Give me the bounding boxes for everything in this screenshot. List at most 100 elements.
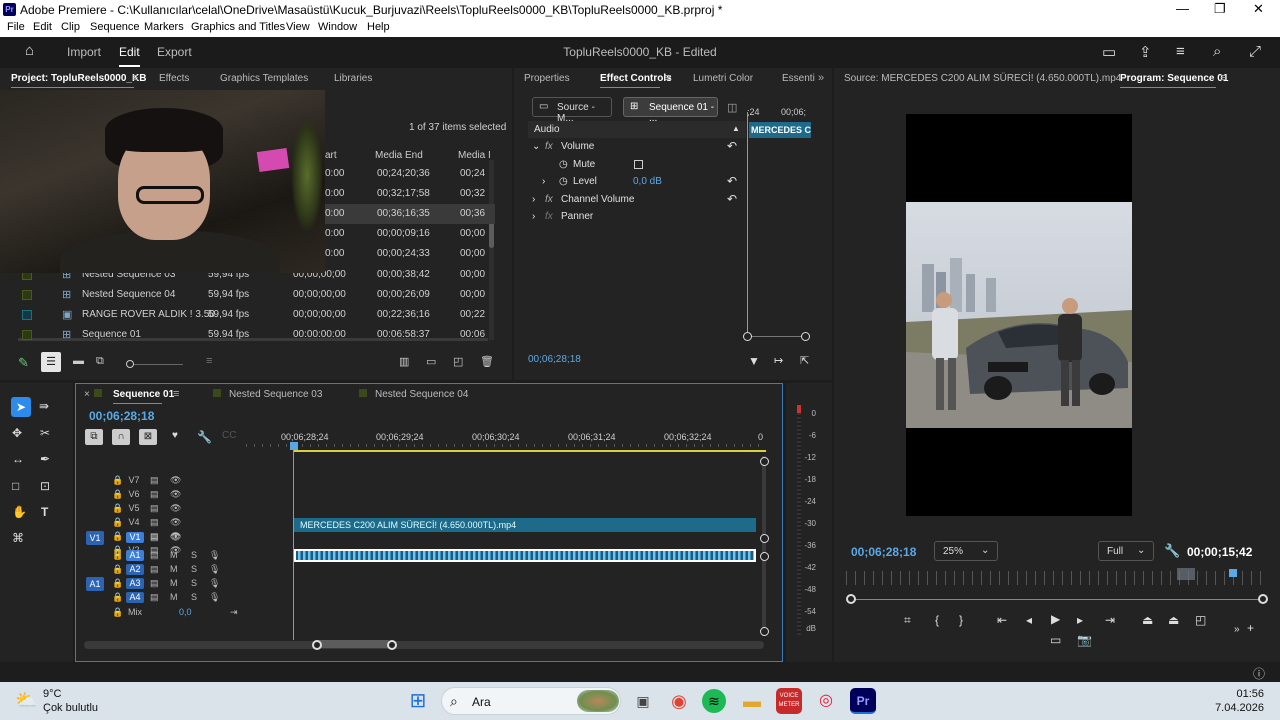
timeline-scroll-thumb[interactable]	[313, 640, 391, 648]
ec-playhead[interactable]	[747, 112, 748, 340]
zoom-slider[interactable]	[126, 360, 183, 368]
sequence-button[interactable]: ⊞ Sequence 01 - ...	[623, 97, 718, 124]
mark-out-icon[interactable]: }	[959, 613, 963, 627]
add-marker-icon[interactable]: ⌗	[904, 613, 911, 628]
audio-clip[interactable]	[294, 549, 756, 562]
ec-row-panner[interactable]: › fx Panner	[528, 208, 746, 225]
timeline-hscrollbar[interactable]	[84, 641, 764, 649]
quality-select[interactable]: Full ⌄	[1098, 541, 1154, 561]
pen-tool-icon[interactable]: ✒	[40, 452, 50, 466]
windows-start-icon[interactable]: ⊞	[405, 688, 431, 714]
toggle-timeline-icon[interactable]: ◫	[727, 101, 737, 114]
safe-margins-icon[interactable]: ▭	[1050, 633, 1061, 647]
track-header-v1[interactable]: V1 ▤ 👁	[112, 531, 292, 545]
hand-tool-icon[interactable]: ✋	[12, 505, 27, 519]
automate-icon[interactable]: ▥	[399, 355, 409, 368]
weather-icon[interactable]: ⛅	[15, 690, 37, 711]
rectangle-tool-icon[interactable]: □	[12, 479, 19, 493]
compare-view-icon[interactable]: ◰	[1195, 613, 1206, 627]
spotify-icon[interactable]: ≋	[702, 689, 726, 713]
track-header-v6[interactable]: 🔒 V6 ▤ 👁	[78, 488, 292, 502]
track-header-a3[interactable]: 🔒 A3 ▤ M S 🎙	[112, 577, 292, 591]
wrench-icon[interactable]: 🔧	[1164, 543, 1180, 559]
list-item[interactable]: ⊞ Sequence 01 59.94 fps 00:00:00:00 00:06:5…	[18, 325, 495, 341]
list-item[interactable]: ⊞ Nested Sequence 04 59,94 fps 00;00;00;00…	[18, 285, 495, 305]
zoom-handle-right[interactable]	[1258, 594, 1268, 604]
workspaces-menu-icon[interactable]: ≡	[1176, 43, 1185, 60]
go-to-out-icon[interactable]: ⇥	[1105, 613, 1115, 627]
ec-timecode[interactable]: 00;06;28;18	[528, 354, 581, 365]
menu-graphics-titles[interactable]: Graphics and Titles	[191, 21, 285, 33]
razor-icon[interactable]: ✂	[40, 426, 50, 440]
tab-nested-sequence-04[interactable]: Nested Sequence 04	[375, 389, 468, 400]
menu-markers[interactable]: Markers	[144, 21, 184, 33]
task-view-icon[interactable]: ▣	[630, 688, 656, 714]
crop-tool-icon[interactable]: ⊡	[40, 479, 50, 493]
menu-clip[interactable]: Clip	[61, 21, 80, 33]
export-frame-icon[interactable]: 📷	[1077, 633, 1092, 647]
track-header-v5[interactable]: 🔒 V5 ▤ 👁	[78, 502, 292, 516]
tab-graphics-templates[interactable]: Graphics Templates	[220, 73, 308, 84]
track-header-a2[interactable]: 🔒 A2 ▤ M S 🎙	[112, 563, 292, 577]
list-item[interactable]: ▣ RANGE ROVER ALDIK ! 3.50 59,94 fps 00;00…	[18, 305, 495, 325]
go-to-in-icon[interactable]: ⇤	[997, 613, 1007, 627]
panel-menu-icon[interactable]: ≡	[665, 72, 671, 84]
timeline-timecode[interactable]: 00;06;28;18	[89, 409, 154, 423]
recording-app-icon[interactable]: ◎	[813, 688, 839, 714]
tab-sequence-01[interactable]: Sequence 01	[113, 389, 174, 404]
scroll-handle-left[interactable]	[312, 640, 322, 650]
panel-layout-icon[interactable]: ▭	[1102, 43, 1116, 61]
program-video-frame[interactable]	[906, 114, 1132, 516]
track-select-icon[interactable]: ⇛	[39, 399, 49, 413]
tab-effects[interactable]: Effects	[159, 73, 189, 84]
ec-zoom-bar[interactable]	[747, 336, 807, 337]
file-explorer-icon[interactable]: ▬	[739, 688, 765, 714]
ec-zoom-handle-right[interactable]	[801, 332, 810, 341]
timeline-vscrollbar[interactable]	[762, 456, 766, 636]
ec-row-level[interactable]: › ◷ Level 0,0 dB ↶	[528, 173, 746, 190]
clock-time[interactable]: 01:56	[1228, 688, 1264, 700]
track-header-a1[interactable]: 🔒 A1 ▤ M S 🎙	[112, 549, 292, 563]
trash-icon[interactable]: 🗑	[480, 355, 494, 368]
col-media-duration[interactable]: Media I	[458, 150, 491, 161]
maximize-icon[interactable]: ❐	[1214, 1, 1226, 17]
more-controls-icon[interactable]: »	[1234, 624, 1240, 635]
extract-icon[interactable]: ⏏	[1168, 613, 1179, 627]
work-area-bar[interactable]	[293, 450, 766, 452]
filter-icon[interactable]: ▼	[748, 354, 760, 368]
program-time-ruler[interactable]	[846, 571, 1268, 585]
menu-file[interactable]: File	[7, 21, 25, 33]
playhead-marker[interactable]	[290, 442, 298, 450]
tab-project[interactable]: Project: TopluReels0000_KB	[11, 73, 146, 88]
program-playhead[interactable]	[1229, 569, 1237, 577]
menu-window[interactable]: Window	[318, 21, 357, 33]
info-icon[interactable]: ⓘ	[1253, 665, 1265, 682]
tab-program[interactable]: Program: Sequence 01	[1120, 73, 1228, 88]
play-icon[interactable]: ▶	[1051, 612, 1060, 626]
taskbar-search[interactable]: ⌕ Ara	[441, 687, 621, 715]
tab-effect-controls[interactable]: Effect Controls	[600, 73, 672, 88]
ec-zoom-handle-left[interactable]	[743, 332, 752, 341]
export-icon[interactable]: ⇱	[800, 354, 809, 367]
more-tabs-icon[interactable]: »	[818, 72, 824, 84]
slip-tool-icon[interactable]: ↔	[12, 452, 24, 466]
timeline-ruler[interactable]: 00;06;28;24 00;06;29;24 00;06;30;24 00;0…	[76, 432, 784, 444]
voicemeeter-icon[interactable]: VOICE METER	[776, 688, 802, 714]
track-header-a4[interactable]: 🔒 A4 ▤ M S 🎙	[112, 591, 292, 605]
mark-in-icon[interactable]: {	[935, 613, 939, 627]
reset-icon[interactable]: ↶	[727, 174, 737, 188]
zoom-select[interactable]: 25% ⌄	[934, 541, 998, 561]
selection-tool-icon[interactable]: ➤	[11, 397, 31, 417]
caption-tool-icon[interactable]: ⌘	[12, 531, 24, 545]
playhead-line[interactable]	[293, 450, 294, 640]
scroll-handle-right[interactable]	[387, 640, 397, 650]
type-tool-icon[interactable]: T	[41, 505, 48, 519]
level-value[interactable]: 0,0 dB	[633, 176, 662, 187]
tab-source[interactable]: Source: MERCEDES C200 ALIM SÜRECİ! (4.65…	[844, 73, 1121, 84]
panel-menu-icon[interactable]: ≡	[1220, 72, 1226, 84]
sort-icon[interactable]: ≡	[206, 355, 212, 367]
ec-row-volume[interactable]: ⌄ fx Volume ↶	[528, 138, 746, 155]
source-patch-a1[interactable]: A1	[86, 577, 104, 591]
menu-edit[interactable]: Edit	[33, 21, 52, 33]
new-bin-icon[interactable]: ▭	[426, 355, 436, 368]
